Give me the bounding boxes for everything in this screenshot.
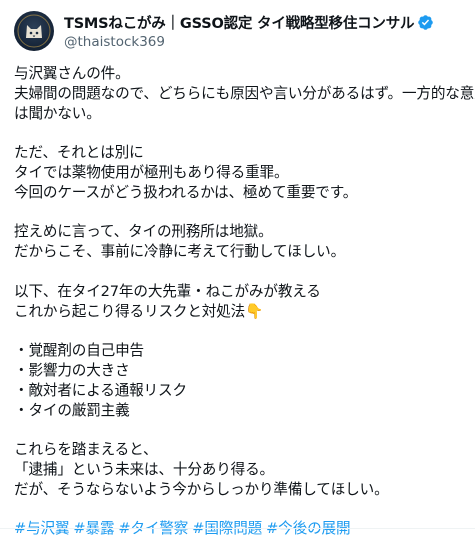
tweet-card: TSMSねこがみ｜GSSO認定 タイ戦略型移住コンサル @thaistock36… <box>0 0 475 537</box>
list-item: ・影響力の大きさ <box>14 361 130 379</box>
tweet-line: これらを踏まえると、 <box>14 441 158 459</box>
tweet-line: 控えめに言って、タイの刑務所は地獄。 <box>14 223 273 241</box>
avatar[interactable] <box>14 11 54 51</box>
tweet-line: タイでは薬物使用が極刑もあり得る重罪。 <box>14 163 289 181</box>
tweet-line: 「逮捕」という未来は、十分あり得る。 <box>14 460 274 478</box>
name-row: TSMSねこがみ｜GSSO認定 タイ戦略型移住コンサル <box>64 12 434 33</box>
tweet-line: 与沢翼さんの件。 <box>14 65 130 82</box>
tweet-body: 与沢翼さんの件。 夫婦間の問題なので、どちらにも原因や言い分があるはず。一方的な… <box>14 64 475 539</box>
list-item: ・覚醒剤の自己申告 <box>14 342 144 360</box>
verified-badge-icon <box>418 15 434 30</box>
list-item: ・敵対者による通報リスク <box>14 381 187 399</box>
list-item: ・タイの厳罰主義 <box>14 401 130 419</box>
cat-avatar-icon <box>17 14 51 48</box>
hashtag-row: #与沢翼 #暴露 #タイ警察 #国際問題 #今後の展開 <box>14 519 461 539</box>
author-display-name[interactable]: TSMSねこがみ｜GSSO認定 タイ戦略型移住コンサル <box>64 12 415 33</box>
tweet-line: だが、そうならないよう今からしっかり準備してほしい。 <box>14 480 389 498</box>
author-handle[interactable]: @thaistock369 <box>64 34 434 50</box>
tweet-line: ただ、それとは別に <box>14 144 144 162</box>
tweet-header: TSMSねこがみ｜GSSO認定 タイ戦略型移住コンサル @thaistock36… <box>14 10 461 52</box>
author-names: TSMSねこがみ｜GSSO認定 タイ戦略型移住コンサル @thaistock36… <box>64 12 434 50</box>
tweet-line: 今回のケースがどう扱われるかは、極めて重要です。 <box>14 183 358 201</box>
tweet-line: 夫婦間の問題なので、どちらにも原因や言い分があるはず。一方的な意見 <box>14 84 475 102</box>
tweet-line: だからこそ、事前に冷静に考えて行動してほしい。 <box>14 243 346 261</box>
tweet-line: これから起こり得るリスクと対処法👇 <box>14 302 264 320</box>
tweet-line: は聞かない。 <box>14 104 101 122</box>
tweet-line: 以下、在タイ27年の大先輩・ねこがみが教える <box>14 282 321 300</box>
